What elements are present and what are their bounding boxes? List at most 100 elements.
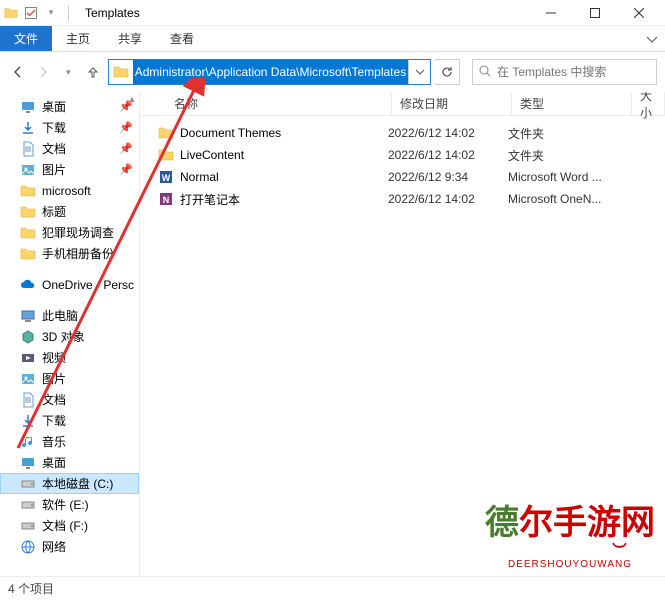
svg-text:N: N bbox=[163, 195, 170, 205]
pc-icon bbox=[20, 308, 36, 324]
col-date[interactable]: 修改日期 bbox=[392, 92, 512, 115]
sidebar-item[interactable]: 手机相册备份 bbox=[0, 243, 139, 264]
sidebar-item[interactable]: 文档 (F:) bbox=[0, 515, 139, 536]
sidebar-item-label: 下载 bbox=[42, 119, 66, 136]
drive-icon bbox=[20, 476, 36, 492]
window-title: Templates bbox=[85, 6, 140, 20]
forward-button[interactable] bbox=[33, 61, 54, 83]
picture-icon bbox=[20, 162, 36, 178]
file-type: Microsoft Word ... bbox=[500, 170, 620, 184]
qat-dropdown-icon[interactable]: ▾ bbox=[44, 6, 58, 20]
sidebar-item[interactable]: 标题 bbox=[0, 201, 139, 222]
folder-icon bbox=[20, 246, 36, 262]
refresh-button[interactable] bbox=[435, 59, 460, 85]
sidebar-item[interactable]: 文档📌 bbox=[0, 138, 139, 159]
file-type: Microsoft OneN... bbox=[500, 192, 620, 206]
sidebar-item[interactable]: 桌面📌 bbox=[0, 96, 139, 117]
file-row[interactable]: LiveContent2022/6/12 14:02文件夹 bbox=[140, 144, 665, 166]
drive-icon bbox=[20, 497, 36, 513]
col-size[interactable]: 大小 bbox=[632, 92, 665, 115]
document-icon bbox=[20, 141, 36, 157]
file-name: LiveContent bbox=[180, 148, 244, 162]
sidebar-item[interactable]: microsoft bbox=[0, 180, 139, 201]
sidebar-item[interactable]: 下载 bbox=[0, 410, 139, 431]
file-row[interactable]: Document Themes2022/6/12 14:02文件夹 bbox=[140, 122, 665, 144]
video-icon bbox=[20, 350, 36, 366]
address-path[interactable]: Administrator\Application Data\Microsoft… bbox=[133, 60, 408, 84]
file-date: 2022/6/12 9:34 bbox=[380, 170, 500, 184]
sidebar-item[interactable]: 3D 对象 bbox=[0, 326, 139, 347]
checkbox-icon[interactable] bbox=[24, 6, 38, 20]
address-bar[interactable]: Administrator\Application Data\Microsoft… bbox=[108, 59, 431, 85]
pin-icon: 📌 bbox=[119, 163, 133, 176]
onenote-icon: N bbox=[158, 191, 174, 207]
network-icon bbox=[20, 539, 36, 555]
sidebar-item[interactable]: 视频 bbox=[0, 347, 139, 368]
file-type: 文件夹 bbox=[500, 147, 620, 164]
folder-icon bbox=[158, 125, 174, 141]
sidebar-item[interactable]: 图片 bbox=[0, 368, 139, 389]
word-icon: W bbox=[158, 169, 174, 185]
sidebar-item[interactable]: 音乐 bbox=[0, 431, 139, 452]
folder-icon bbox=[112, 63, 130, 81]
main-area: ▴ 桌面📌 下载 📌 文档📌 图片 📌 microsoft 标题犯罪现场调查手机相册备份 On… bbox=[0, 92, 665, 576]
sidebar-item-label: 下载 bbox=[42, 412, 66, 429]
up-button[interactable] bbox=[83, 61, 104, 83]
sidebar-item[interactable]: 犯罪现场调查 bbox=[0, 222, 139, 243]
nav-bar: ▾ Administrator\Application Data\Microso… bbox=[0, 52, 665, 92]
3d-icon bbox=[20, 329, 36, 345]
col-type[interactable]: 类型 bbox=[512, 92, 632, 115]
sidebar-item-label: 文档 (F:) bbox=[42, 517, 88, 534]
sidebar-item-label: 标题 bbox=[42, 203, 66, 220]
sidebar-item[interactable]: 图片 📌 bbox=[0, 159, 139, 180]
scroll-up-icon[interactable]: ▴ bbox=[125, 92, 139, 106]
search-box[interactable] bbox=[472, 59, 657, 85]
sidebar-item[interactable]: 文档 bbox=[0, 389, 139, 410]
folder-icon bbox=[158, 147, 174, 163]
folder-icon bbox=[4, 6, 18, 20]
file-list: Document Themes2022/6/12 14:02文件夹LiveCon… bbox=[140, 116, 665, 210]
sidebar-item[interactable]: 下载 📌 bbox=[0, 117, 139, 138]
tab-home[interactable]: 主页 bbox=[52, 26, 104, 51]
file-row[interactable]: W Normal 2022/6/12 9:34Microsoft Word ... bbox=[140, 166, 665, 188]
pin-icon: 📌 bbox=[119, 121, 133, 134]
maximize-button[interactable] bbox=[573, 0, 617, 26]
divider bbox=[68, 5, 69, 21]
ribbon: 文件 主页 共享 查看 bbox=[0, 26, 665, 52]
sidebar-item-label: 此电脑 bbox=[42, 307, 78, 324]
svg-text:W: W bbox=[162, 173, 171, 183]
music-icon bbox=[20, 434, 36, 450]
sidebar-item[interactable]: 软件 (E:) bbox=[0, 494, 139, 515]
folder-icon bbox=[20, 204, 36, 220]
folder-icon bbox=[20, 225, 36, 241]
ribbon-expand-icon[interactable] bbox=[639, 26, 665, 51]
sidebar-network[interactable]: 网络 bbox=[0, 536, 139, 557]
sidebar-this-pc[interactable]: 此电脑 bbox=[0, 305, 139, 326]
sidebar-item-label: 桌面 bbox=[42, 98, 66, 115]
drive-icon bbox=[20, 518, 36, 534]
file-name: Normal bbox=[180, 170, 219, 184]
back-button[interactable] bbox=[8, 61, 29, 83]
column-headers: 名称 修改日期 类型 大小 bbox=[140, 92, 665, 116]
sidebar-item-label: 桌面 bbox=[42, 454, 66, 471]
search-input[interactable] bbox=[497, 65, 652, 79]
minimize-button[interactable] bbox=[529, 0, 573, 26]
tab-share[interactable]: 共享 bbox=[104, 26, 156, 51]
download-icon bbox=[20, 120, 36, 136]
sidebar-onedrive[interactable]: OneDrive - Persc bbox=[0, 274, 139, 295]
document-icon bbox=[20, 392, 36, 408]
window-controls bbox=[529, 0, 661, 26]
sidebar-item-label: 图片 bbox=[42, 161, 66, 178]
tab-file[interactable]: 文件 bbox=[0, 26, 52, 51]
sidebar-item[interactable]: 本地磁盘 (C:) bbox=[0, 473, 139, 494]
content-area: 名称 修改日期 类型 大小 Document Themes2022/6/12 1… bbox=[140, 92, 665, 576]
close-button[interactable] bbox=[617, 0, 661, 26]
status-bar: 4 个项目 bbox=[0, 576, 665, 600]
sidebar-item[interactable]: 桌面 bbox=[0, 452, 139, 473]
tab-view[interactable]: 查看 bbox=[156, 26, 208, 51]
recent-dropdown-icon[interactable]: ▾ bbox=[58, 61, 79, 83]
address-dropdown-icon[interactable] bbox=[408, 60, 430, 84]
file-row[interactable]: N打开笔记本2022/6/12 14:02Microsoft OneN... bbox=[140, 188, 665, 210]
cloud-icon bbox=[20, 277, 36, 293]
col-name[interactable]: 名称 bbox=[152, 92, 392, 115]
